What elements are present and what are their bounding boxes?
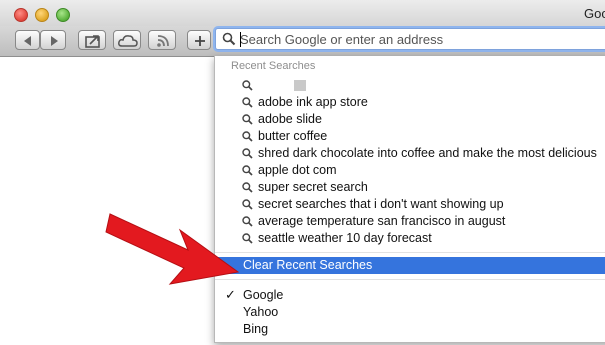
forward-button[interactable] (40, 30, 66, 50)
menu-separator (215, 252, 605, 253)
recent-search-text: secret searches that i don't want showin… (258, 197, 504, 211)
cloud-icon (118, 35, 138, 47)
recent-search-text: butter coffee (258, 129, 328, 143)
recent-search-item[interactable]: secret searches that i don't want showin… (215, 196, 605, 213)
recent-search-item[interactable]: average temperature san francisco in aug… (215, 213, 605, 230)
search-engine-bing[interactable]: Bing (215, 321, 605, 338)
recent-search-item[interactable]: super secret search (215, 179, 605, 196)
share-button[interactable] (78, 30, 106, 50)
red-arrow-annotation (105, 213, 240, 285)
recent-search-item[interactable]: apple dot com (215, 162, 605, 179)
minimize-window-button[interactable] (35, 8, 49, 22)
back-button[interactable] (15, 30, 40, 50)
clear-recent-searches-label: Clear Recent Searches (243, 258, 373, 272)
recent-search-item[interactable]: shred dark chocolate into coffee and mak… (215, 145, 605, 162)
address-bar[interactable] (215, 28, 605, 50)
address-suggestions-dropdown: Recent Searches adobe ink app store adob… (214, 56, 605, 343)
recent-search-text: apple dot com (258, 163, 337, 177)
search-icon (242, 114, 253, 125)
new-tab-button[interactable] (187, 30, 211, 50)
back-arrow-icon (24, 36, 31, 46)
zoom-window-button[interactable] (56, 8, 70, 22)
search-icon (242, 148, 253, 159)
search-icon (242, 97, 253, 108)
redacted-text-block (294, 80, 306, 91)
search-icon (222, 32, 236, 46)
recent-searches-heading: Recent Searches (231, 60, 316, 72)
recent-search-text: super secret search (258, 180, 368, 194)
search-engine-label: Bing (243, 322, 269, 336)
clear-recent-searches-item[interactable]: Clear Recent Searches (217, 257, 605, 274)
search-engine-label: Yahoo (243, 305, 279, 319)
forward-arrow-icon (51, 36, 58, 46)
close-window-button[interactable] (14, 8, 28, 22)
window-title: Goo (584, 6, 605, 21)
recent-search-item[interactable] (215, 77, 605, 94)
recent-search-text: average temperature san francisco in aug… (258, 214, 506, 228)
recent-search-text: shred dark chocolate into coffee and mak… (258, 146, 597, 160)
title-bar: Goo (0, 0, 605, 26)
recent-search-item[interactable]: adobe ink app store (215, 94, 605, 111)
search-engine-google[interactable]: ✓ Google (215, 287, 605, 304)
recent-search-item[interactable]: butter coffee (215, 128, 605, 145)
rss-icon (157, 35, 169, 47)
search-icon (242, 165, 253, 176)
search-icon (242, 80, 253, 91)
search-icon (242, 131, 253, 142)
recent-search-item[interactable]: adobe slide (215, 111, 605, 128)
icloud-tabs-button[interactable] (113, 30, 141, 50)
recent-search-text: adobe slide (258, 112, 322, 126)
search-engine-label: Google (243, 288, 284, 302)
address-input[interactable] (240, 31, 605, 47)
recent-search-text: adobe ink app store (258, 95, 368, 109)
menu-separator (215, 279, 605, 280)
search-engine-yahoo[interactable]: Yahoo (215, 304, 605, 321)
rss-button[interactable] (148, 30, 176, 50)
recent-search-text: seattle weather 10 day forecast (258, 231, 432, 245)
share-icon (85, 35, 100, 48)
search-icon (242, 182, 253, 193)
text-caret (240, 32, 241, 47)
plus-icon (195, 36, 205, 46)
recent-search-item[interactable]: seattle weather 10 day forecast (215, 230, 605, 247)
